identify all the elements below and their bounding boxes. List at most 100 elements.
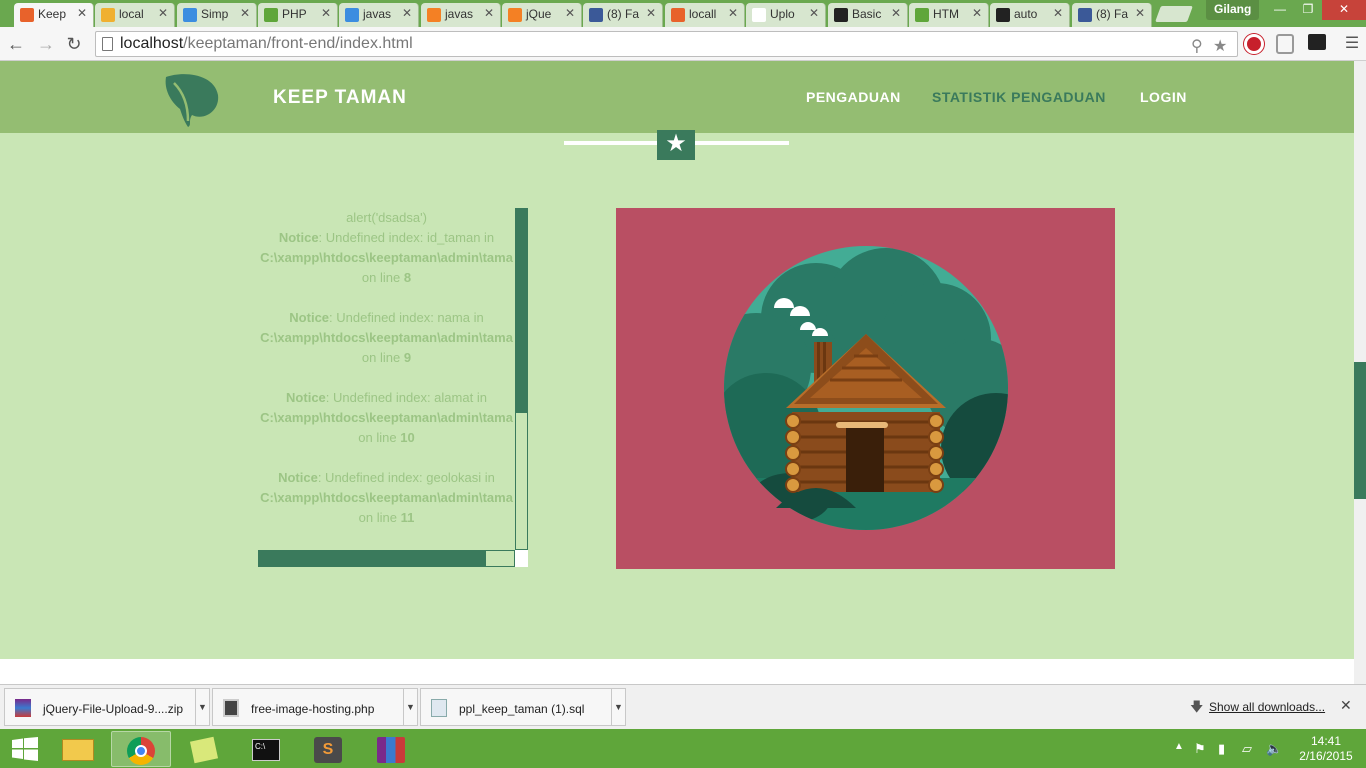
tab-close-icon[interactable]: ✕ (565, 6, 575, 20)
browser-toolbar: ← → ↻ localhost/keeptaman/front-end/inde… (0, 27, 1366, 61)
browser-tab[interactable]: Simp ✕ (177, 3, 257, 27)
back-icon[interactable]: ← (4, 32, 28, 56)
show-all-downloads-link[interactable]: Show all downloads... (1209, 700, 1325, 714)
action-center-flag-icon[interactable]: ⚑ (1194, 741, 1206, 757)
tab-label: locall (689, 7, 717, 21)
site-header: KEEP TAMAN PENGADUAN STATISTIK PENGADUAN… (0, 61, 1354, 133)
ghostery-extension-icon[interactable] (1276, 34, 1294, 54)
reload-icon[interactable]: ↻ (62, 32, 86, 56)
page-scrollbar-thumb[interactable] (1354, 362, 1366, 499)
loading-icon (345, 8, 359, 22)
network-signal-icon[interactable]: ▱ (1242, 741, 1252, 757)
tray-expand-icon[interactable]: ▲ (1174, 741, 1184, 752)
page-icon (102, 37, 113, 51)
tab-label: Uplo (770, 7, 795, 21)
tab-close-icon[interactable]: ✕ (1053, 6, 1063, 20)
php-file-icon (223, 699, 239, 717)
browser-tab[interactable]: (8) Fa ✕ (583, 3, 663, 27)
tab-close-icon[interactable]: ✕ (809, 6, 819, 20)
winrar-icon[interactable] (361, 731, 421, 767)
browser-tab[interactable]: Basic ✕ (828, 3, 908, 27)
notice-message: : Undefined index: geolokasi in (317, 470, 495, 485)
volume-icon[interactable]: 🔈 (1266, 741, 1282, 757)
browser-tab[interactable]: Keep ✕ (14, 3, 94, 27)
alert-line: alert('dsadsa') (346, 210, 427, 225)
page-footer-strip (0, 659, 1354, 684)
brand-name[interactable]: KEEP TAMAN (273, 87, 407, 109)
tab-close-icon[interactable]: ✕ (646, 6, 656, 20)
search-icon[interactable]: ⚲ (1191, 36, 1203, 56)
browser-tab[interactable]: Uplo ✕ (746, 3, 826, 27)
sublime-text-icon[interactable]: S (298, 731, 358, 767)
menu-icon[interactable]: ☰ (1340, 32, 1364, 56)
browser-tab[interactable]: javas ✕ (339, 3, 419, 27)
download-item-php[interactable]: free-image-hosting.php ▼ (212, 688, 418, 726)
chevron-down-icon[interactable]: ▼ (195, 689, 209, 725)
browser-tab[interactable]: local ✕ (95, 3, 175, 27)
vertical-scrollbar-thumb[interactable] (515, 208, 528, 413)
address-bar[interactable]: localhost/keeptaman/front-end/index.html… (95, 31, 1238, 57)
line-label: on line (361, 350, 401, 365)
file-explorer-icon[interactable] (48, 731, 108, 767)
github-icon (996, 8, 1010, 22)
tab-close-icon[interactable]: ✕ (240, 6, 250, 20)
tab-close-icon[interactable]: ✕ (402, 6, 412, 20)
tab-close-icon[interactable]: ✕ (972, 6, 982, 20)
notice-scroll-content: alert('dsadsa') Notice : Undefined index:… (258, 208, 515, 550)
notification-extension-icon[interactable] (1308, 34, 1326, 50)
browser-tab[interactable]: (8) Fa ✕ (1072, 3, 1152, 27)
horizontal-scrollbar-thumb[interactable] (258, 550, 486, 567)
tab-close-icon[interactable]: ✕ (158, 6, 168, 20)
new-tab-button[interactable] (1155, 6, 1193, 22)
browser-tab[interactable]: PHP ✕ (258, 3, 338, 27)
close-window-button[interactable]: ✕ (1322, 0, 1366, 20)
tab-close-icon[interactable]: ✕ (1135, 6, 1145, 20)
windows-start-icon[interactable] (12, 737, 38, 761)
tab-close-icon[interactable]: ✕ (321, 6, 331, 20)
line-number: 11 (400, 510, 415, 525)
tab-close-icon[interactable]: ✕ (891, 6, 901, 20)
line-label: on line (358, 430, 397, 445)
tab-label: auto (1014, 7, 1038, 21)
xampp-icon (20, 8, 34, 22)
chrome-icon[interactable] (111, 731, 171, 767)
star-icon: ★ (657, 130, 695, 160)
bookmark-star-icon[interactable]: ★ (1213, 36, 1227, 56)
downloads-bar: jQuery-File-Upload-9....zip ▼ free-image… (0, 684, 1366, 729)
notice-prefix: Notice (278, 230, 319, 245)
notice-message: : Undefined index: nama in (329, 310, 484, 325)
browser-tab[interactable]: javas ✕ (421, 3, 501, 27)
browser-tab[interactable]: auto ✕ (990, 3, 1070, 27)
tab-close-icon[interactable]: ✕ (77, 6, 87, 20)
w3schools-icon (915, 8, 929, 22)
browser-tab[interactable]: locall ✕ (665, 3, 745, 27)
cabin-illustration-card (616, 208, 1115, 569)
download-item-sql[interactable]: ppl_keep_taman (1).sql ▼ (420, 688, 626, 726)
tab-close-icon[interactable]: ✕ (728, 6, 738, 20)
nav-statistik-pengaduan[interactable]: STATISTIK PENGADUAN (932, 89, 1106, 105)
nav-pengaduan[interactable]: PENGADUAN (806, 89, 901, 105)
battery-icon[interactable]: ▮ (1218, 741, 1225, 757)
adblock-extension-icon[interactable] (1244, 34, 1264, 54)
sql-file-icon (431, 699, 447, 717)
close-downloads-bar-icon[interactable]: ✕ (1340, 697, 1352, 714)
profile-button[interactable]: Gilang (1206, 0, 1260, 20)
leaf-logo-icon[interactable] (162, 69, 220, 127)
download-item-zip[interactable]: jQuery-File-Upload-9....zip ▼ (4, 688, 210, 726)
minimize-button[interactable]: — (1266, 0, 1294, 20)
clock-date: 2/16/2015 (1299, 749, 1353, 763)
nav-login[interactable]: LOGIN (1140, 89, 1187, 105)
tab-label: PHP (282, 7, 307, 21)
restore-button[interactable]: ❐ (1294, 0, 1322, 20)
browser-tab[interactable]: HTM ✕ (909, 3, 989, 27)
system-clock[interactable]: 14:41 2/16/2015 (1296, 734, 1356, 764)
sticky-notes-icon[interactable] (174, 731, 234, 767)
github-icon (834, 8, 848, 22)
clock-time: 14:41 (1310, 734, 1342, 748)
cmd-icon[interactable]: C:\ (236, 731, 296, 767)
browser-tab[interactable]: jQue ✕ (502, 3, 582, 27)
chevron-down-icon[interactable]: ▼ (611, 689, 625, 725)
tab-close-icon[interactable]: ✕ (484, 6, 494, 20)
forward-icon[interactable]: → (34, 32, 58, 56)
chevron-down-icon[interactable]: ▼ (403, 689, 417, 725)
